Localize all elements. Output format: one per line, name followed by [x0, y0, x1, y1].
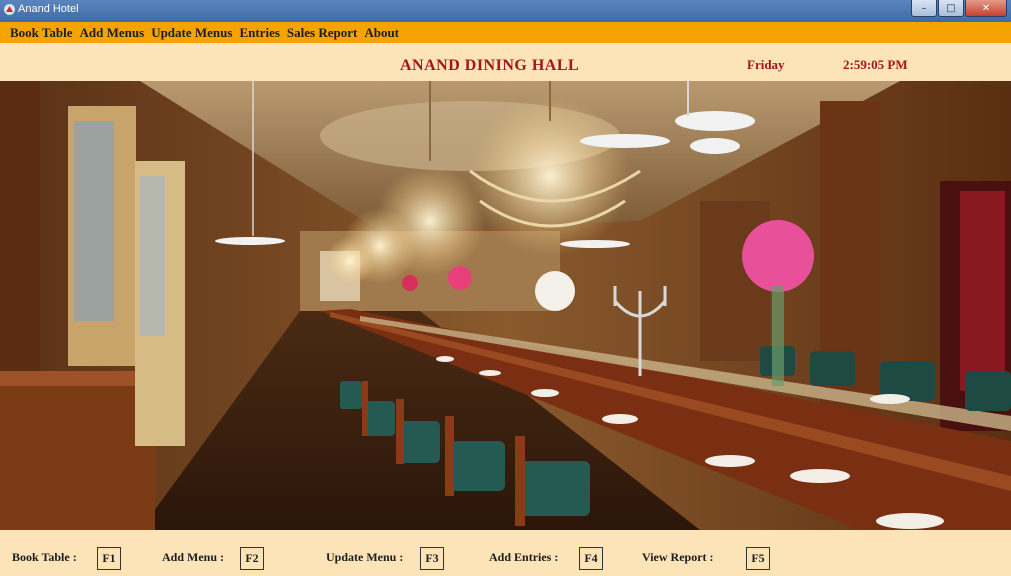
window-title: Anand Hotel	[18, 3, 79, 15]
dining-hall-photo	[0, 81, 1011, 530]
menu-bar: Book Table Add Menus Update Menus Entrie…	[0, 22, 1011, 43]
close-button[interactable]: ✕	[965, 0, 1007, 17]
view-report-key-button[interactable]: F5	[746, 547, 770, 570]
shortcut-label-add-menu: Add Menu :	[162, 550, 225, 564]
menu-about[interactable]: About	[357, 25, 399, 41]
shortcut-label-add-entries: Add Entries :	[489, 550, 559, 564]
add-entries-key-button[interactable]: F4	[579, 547, 603, 570]
app-icon	[4, 4, 15, 15]
minimize-button[interactable]: –	[911, 0, 937, 17]
menu-book-table[interactable]: Book Table	[0, 25, 73, 41]
shortcut-label-book-table: Book Table :	[12, 550, 77, 564]
window-title-bar: Anand Hotel – □ ✕	[0, 0, 1011, 22]
header-panel: ANAND DINING HALL Friday 2:59:05 PM	[0, 43, 1011, 81]
page-title: ANAND DINING HALL	[400, 57, 580, 74]
maximize-button[interactable]: □	[938, 0, 964, 17]
add-menu-key-button[interactable]: F2	[240, 547, 264, 570]
shortcut-bar: Book Table : F1 Add Menu : F2 Update Men…	[0, 530, 1011, 576]
update-menu-key-button[interactable]: F3	[420, 547, 444, 570]
shortcut-label-update-menu: Update Menu :	[326, 550, 404, 564]
day-label: Friday	[747, 57, 785, 72]
menu-sales-report[interactable]: Sales Report	[280, 25, 357, 41]
menu-entries[interactable]: Entries	[232, 25, 279, 41]
menu-add-menus[interactable]: Add Menus	[73, 25, 145, 41]
shortcut-label-view-report: View Report :	[642, 550, 714, 564]
menu-update-menus[interactable]: Update Menus	[144, 25, 232, 41]
book-table-key-button[interactable]: F1	[97, 547, 121, 570]
clock-label: 2:59:05 PM	[843, 57, 908, 72]
